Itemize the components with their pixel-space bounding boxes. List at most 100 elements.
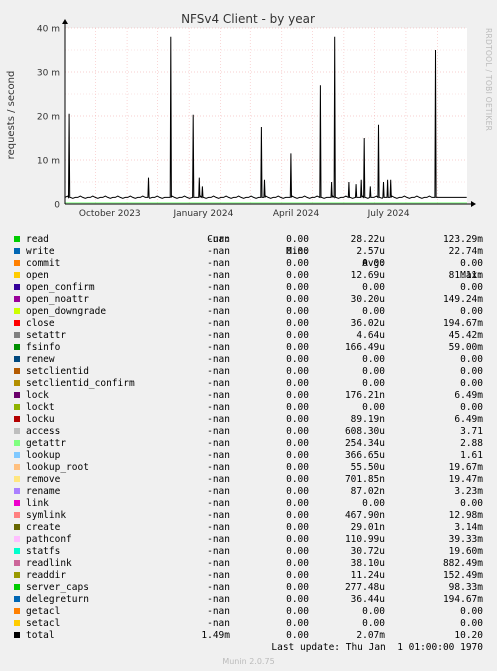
x-tick-label: July 2024 xyxy=(367,209,410,219)
legend-cur: -nan xyxy=(207,306,230,317)
x-tick-label: April 2024 xyxy=(273,209,320,219)
legend-cur: -nan xyxy=(207,390,230,401)
legend-cur: -nan xyxy=(207,594,230,605)
legend-swatch xyxy=(14,488,20,494)
legend-swatch xyxy=(14,512,20,518)
legend-min: 0.00 xyxy=(286,582,309,593)
legend-swatch xyxy=(14,548,20,554)
legend-swatch xyxy=(14,344,20,350)
legend-max: 19.60m xyxy=(448,546,483,557)
legend-cur: -nan xyxy=(207,570,230,581)
legend-swatch xyxy=(14,248,20,254)
legend-name: pathconf xyxy=(26,534,72,545)
legend-min: 0.00 xyxy=(286,474,309,485)
legend-avg: 2.07m xyxy=(356,630,385,641)
y-tick-label: 20 m xyxy=(37,113,60,123)
legend-cur: -nan xyxy=(207,558,230,569)
legend-cur: -nan xyxy=(207,522,230,533)
legend-cur: -nan xyxy=(207,426,230,437)
legend-max: 0.00 xyxy=(460,258,483,269)
legend-min: 0.00 xyxy=(286,354,309,365)
legend-avg: 608.30u xyxy=(344,426,385,437)
legend-avg: 29.01n xyxy=(350,522,385,533)
legend-avg: 0.00 xyxy=(362,606,385,617)
legend-cur: -nan xyxy=(207,294,230,305)
legend-avg: 0.00 xyxy=(362,378,385,389)
legend-min: 0.00 xyxy=(286,606,309,617)
legend-name: create xyxy=(26,522,61,533)
legend-min: 0.00 xyxy=(286,402,309,413)
legend-min: 0.00 xyxy=(286,462,309,473)
legend-row-open: open -nan 0.00 12.69u 81.11m xyxy=(0,270,497,282)
legend-cur: -nan xyxy=(207,258,230,269)
legend-min: 0.00 xyxy=(286,534,309,545)
legend-max: 0.00 xyxy=(460,282,483,293)
legend-cur: -nan xyxy=(207,510,230,521)
legend-cur: -nan xyxy=(207,402,230,413)
legend-swatch xyxy=(14,524,20,530)
legend-name: readdir xyxy=(26,570,67,581)
legend-max: 0.00 xyxy=(460,402,483,413)
legend-max: 1.61 xyxy=(460,450,483,461)
legend-row-write: write -nan 0.00 2.57u 22.74m xyxy=(0,246,497,258)
legend-min: 0.00 xyxy=(286,246,309,257)
legend-max: 0.00 xyxy=(460,366,483,377)
legend-max: 0.00 xyxy=(460,354,483,365)
legend-swatch xyxy=(14,476,20,482)
x-axis-arrow xyxy=(471,201,476,207)
legend-min: 0.00 xyxy=(286,234,309,245)
legend-name: locku xyxy=(26,414,55,425)
x-tick-label: January 2024 xyxy=(172,209,233,219)
legend-row-delegreturn: delegreturn -nan 0.00 36.44u 194.67m xyxy=(0,594,497,606)
x-tick-label: October 2023 xyxy=(79,209,141,219)
legend-cur: -nan xyxy=(207,486,230,497)
legend-swatch xyxy=(14,368,20,374)
legend-min: 0.00 xyxy=(286,318,309,329)
legend-max: 6.49m xyxy=(454,414,483,425)
legend-avg: 467.90n xyxy=(344,510,385,521)
legend-cur: -nan xyxy=(207,270,230,281)
legend-min: 0.00 xyxy=(286,270,309,281)
legend-swatch xyxy=(14,284,20,290)
legend-min: 0.00 xyxy=(286,258,309,269)
legend-max: 12.98m xyxy=(448,510,483,521)
legend-row-create: create -nan 0.00 29.01n 3.14m xyxy=(0,522,497,534)
legend-max: 39.33m xyxy=(448,534,483,545)
legend-avg: 30.72u xyxy=(350,546,385,557)
legend-name: delegreturn xyxy=(26,594,89,605)
legend-avg: 2.57u xyxy=(356,246,385,257)
legend-swatch xyxy=(14,536,20,542)
legend-row-renew: renew -nan 0.00 0.00 0.00 xyxy=(0,354,497,366)
legend-min: 0.00 xyxy=(286,594,309,605)
legend-min: 0.00 xyxy=(286,366,309,377)
legend-swatch xyxy=(14,596,20,602)
legend-min: 0.00 xyxy=(286,618,309,629)
legend-name: link xyxy=(26,498,49,509)
legend-swatch xyxy=(14,260,20,266)
legend-cur: -nan xyxy=(207,534,230,545)
legend-swatch xyxy=(14,356,20,362)
legend-avg: 11.24u xyxy=(350,570,385,581)
legend-row-getacl: getacl -nan 0.00 0.00 0.00 xyxy=(0,606,497,618)
legend-min: 0.00 xyxy=(286,546,309,557)
legend-swatch xyxy=(14,320,20,326)
legend-cur: -nan xyxy=(207,354,230,365)
legend-name: open_noattr xyxy=(26,294,89,305)
legend-min: 0.00 xyxy=(286,498,309,509)
y-tick-label: 0 xyxy=(54,201,60,211)
legend-name: access xyxy=(26,426,61,437)
legend-name: write xyxy=(26,246,55,257)
legend-name: open_downgrade xyxy=(26,306,107,317)
legend-cur: -nan xyxy=(207,582,230,593)
legend-name: rename xyxy=(26,486,61,497)
legend-min: 0.00 xyxy=(286,294,309,305)
legend-avg: 0.00 xyxy=(362,258,385,269)
legend-max: 0.00 xyxy=(460,606,483,617)
legend-avg: 166.49u xyxy=(344,342,385,353)
legend-name: setacl xyxy=(26,618,61,629)
legend-row-lock: lock -nan 0.00 176.21n 6.49m xyxy=(0,390,497,402)
legend-cur: -nan xyxy=(207,246,230,257)
y-tick-label: 40 m xyxy=(37,25,60,35)
legend-row-read: read -nan 0.00 28.22u 123.29m xyxy=(0,234,497,246)
legend-min: 0.00 xyxy=(286,486,309,497)
